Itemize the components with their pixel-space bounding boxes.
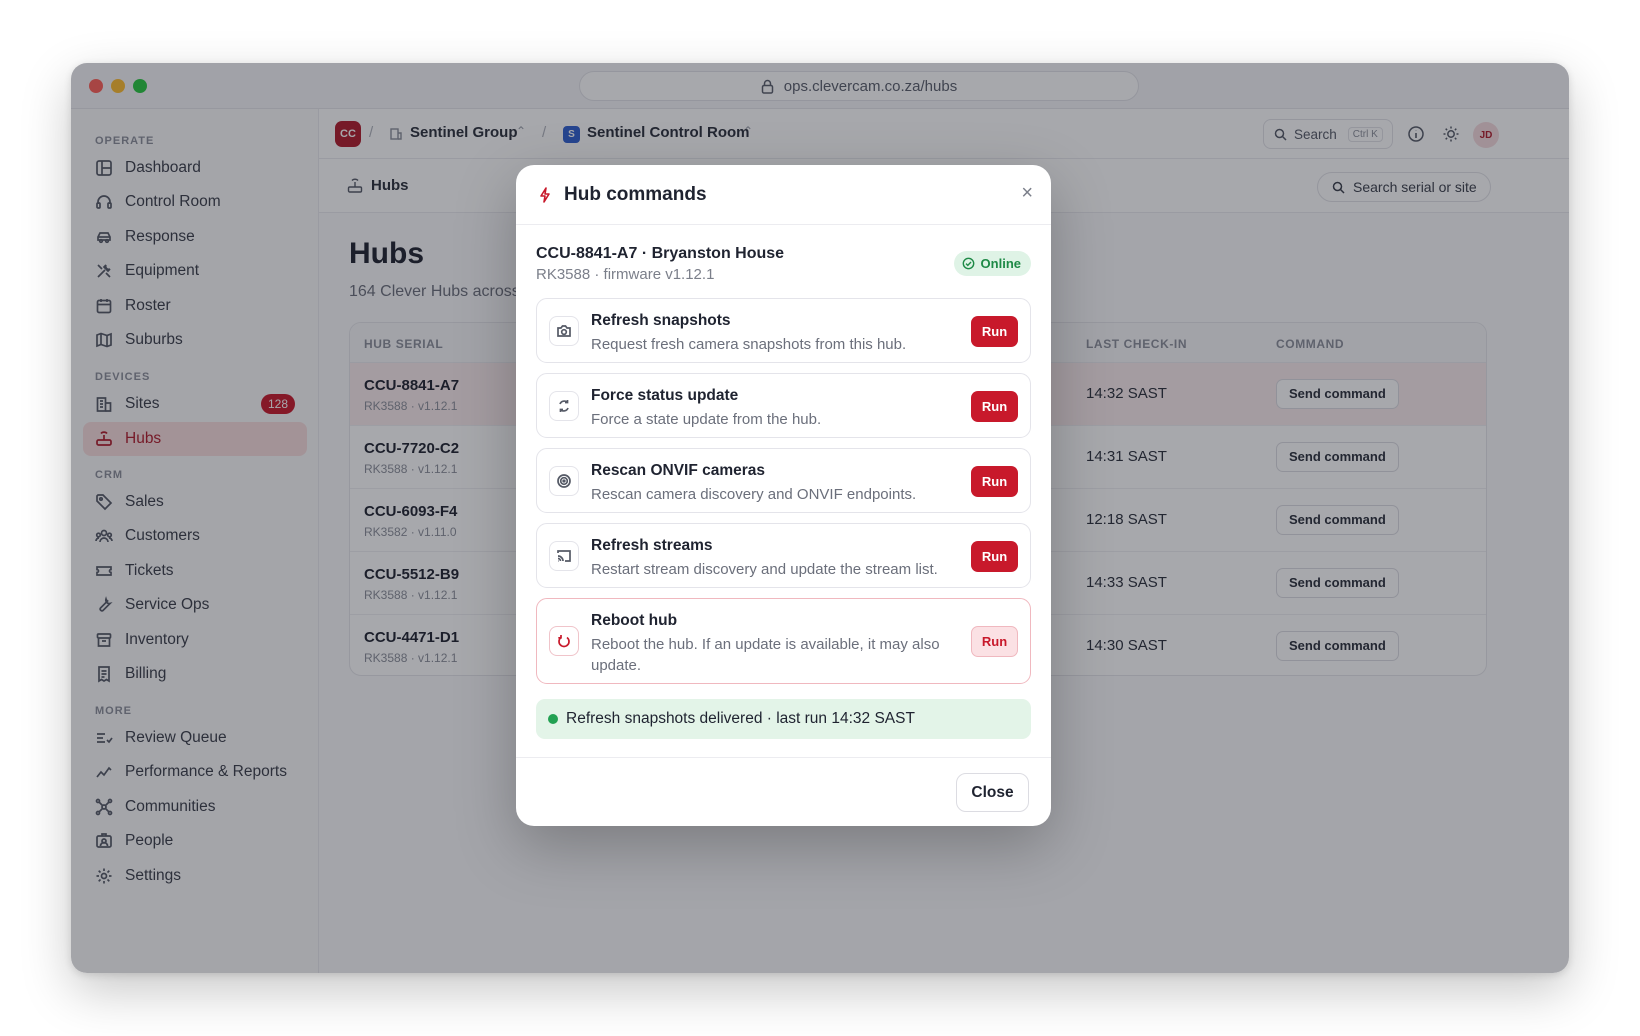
command-title: Reboot hub xyxy=(591,612,678,629)
hub-commands-dialog: Hub commands × CCU-8841-A7 · Bryanston H… xyxy=(516,165,1051,826)
hub-name: CCU-8841-A7 · Bryanston House xyxy=(536,245,785,262)
command-description: Reboot the hub. If an update is availabl… xyxy=(591,636,940,674)
status-label: Online xyxy=(980,256,1021,271)
command-description: Request fresh camera snapshots from this… xyxy=(591,336,907,353)
cast-icon xyxy=(549,541,579,571)
command-description: Force a state update from the hub. xyxy=(591,411,822,428)
command-description: Rescan camera discovery and ONVIF endpoi… xyxy=(591,486,917,503)
run-button[interactable]: Run xyxy=(971,626,1018,657)
command-title: Refresh streams xyxy=(591,537,713,554)
command-force-status-update: Force status update Force a state update… xyxy=(536,373,1031,438)
radar-icon xyxy=(549,466,579,496)
dialog-header: Hub commands × xyxy=(516,165,1051,225)
delivery-status-banner: Refresh snapshots delivered · last run 1… xyxy=(536,699,1031,739)
status-badge: Online xyxy=(953,251,1031,276)
power-icon xyxy=(549,626,579,656)
command-refresh-streams: Refresh streams Restart stream discovery… xyxy=(536,523,1031,588)
sync-icon xyxy=(549,391,579,421)
camera-icon xyxy=(549,316,579,346)
hub-firmware: RK3588 · firmware v1.12.1 xyxy=(536,266,715,283)
bolt-icon xyxy=(540,187,550,203)
command-refresh-snapshots: Refresh snapshots Request fresh camera s… xyxy=(536,298,1031,363)
browser-window: ops.clevercam.co.za/hubs OPERATE Dashboa… xyxy=(71,63,1569,973)
command-title: Rescan ONVIF cameras xyxy=(591,462,766,479)
delivery-status-text: Refresh snapshots delivered · last run 1… xyxy=(566,710,915,727)
command-description: Restart stream discovery and update the … xyxy=(591,561,938,578)
dialog-footer: Close xyxy=(516,757,1051,826)
command-title: Force status update xyxy=(591,387,739,404)
run-button[interactable]: Run xyxy=(971,391,1018,422)
run-button[interactable]: Run xyxy=(971,316,1018,347)
run-button[interactable]: Run xyxy=(971,466,1018,497)
command-reboot-hub: Reboot hub Reboot the hub. If an update … xyxy=(536,598,1031,684)
command-rescan-onvif: Rescan ONVIF cameras Rescan camera disco… xyxy=(536,448,1031,513)
command-title: Refresh snapshots xyxy=(591,312,731,329)
dialog-title: Hub commands xyxy=(564,184,707,205)
run-button[interactable]: Run xyxy=(971,541,1018,572)
check-circle-icon xyxy=(962,257,974,270)
close-icon[interactable]: × xyxy=(1021,183,1033,203)
close-button[interactable]: Close xyxy=(956,773,1029,812)
status-dot xyxy=(548,714,558,724)
